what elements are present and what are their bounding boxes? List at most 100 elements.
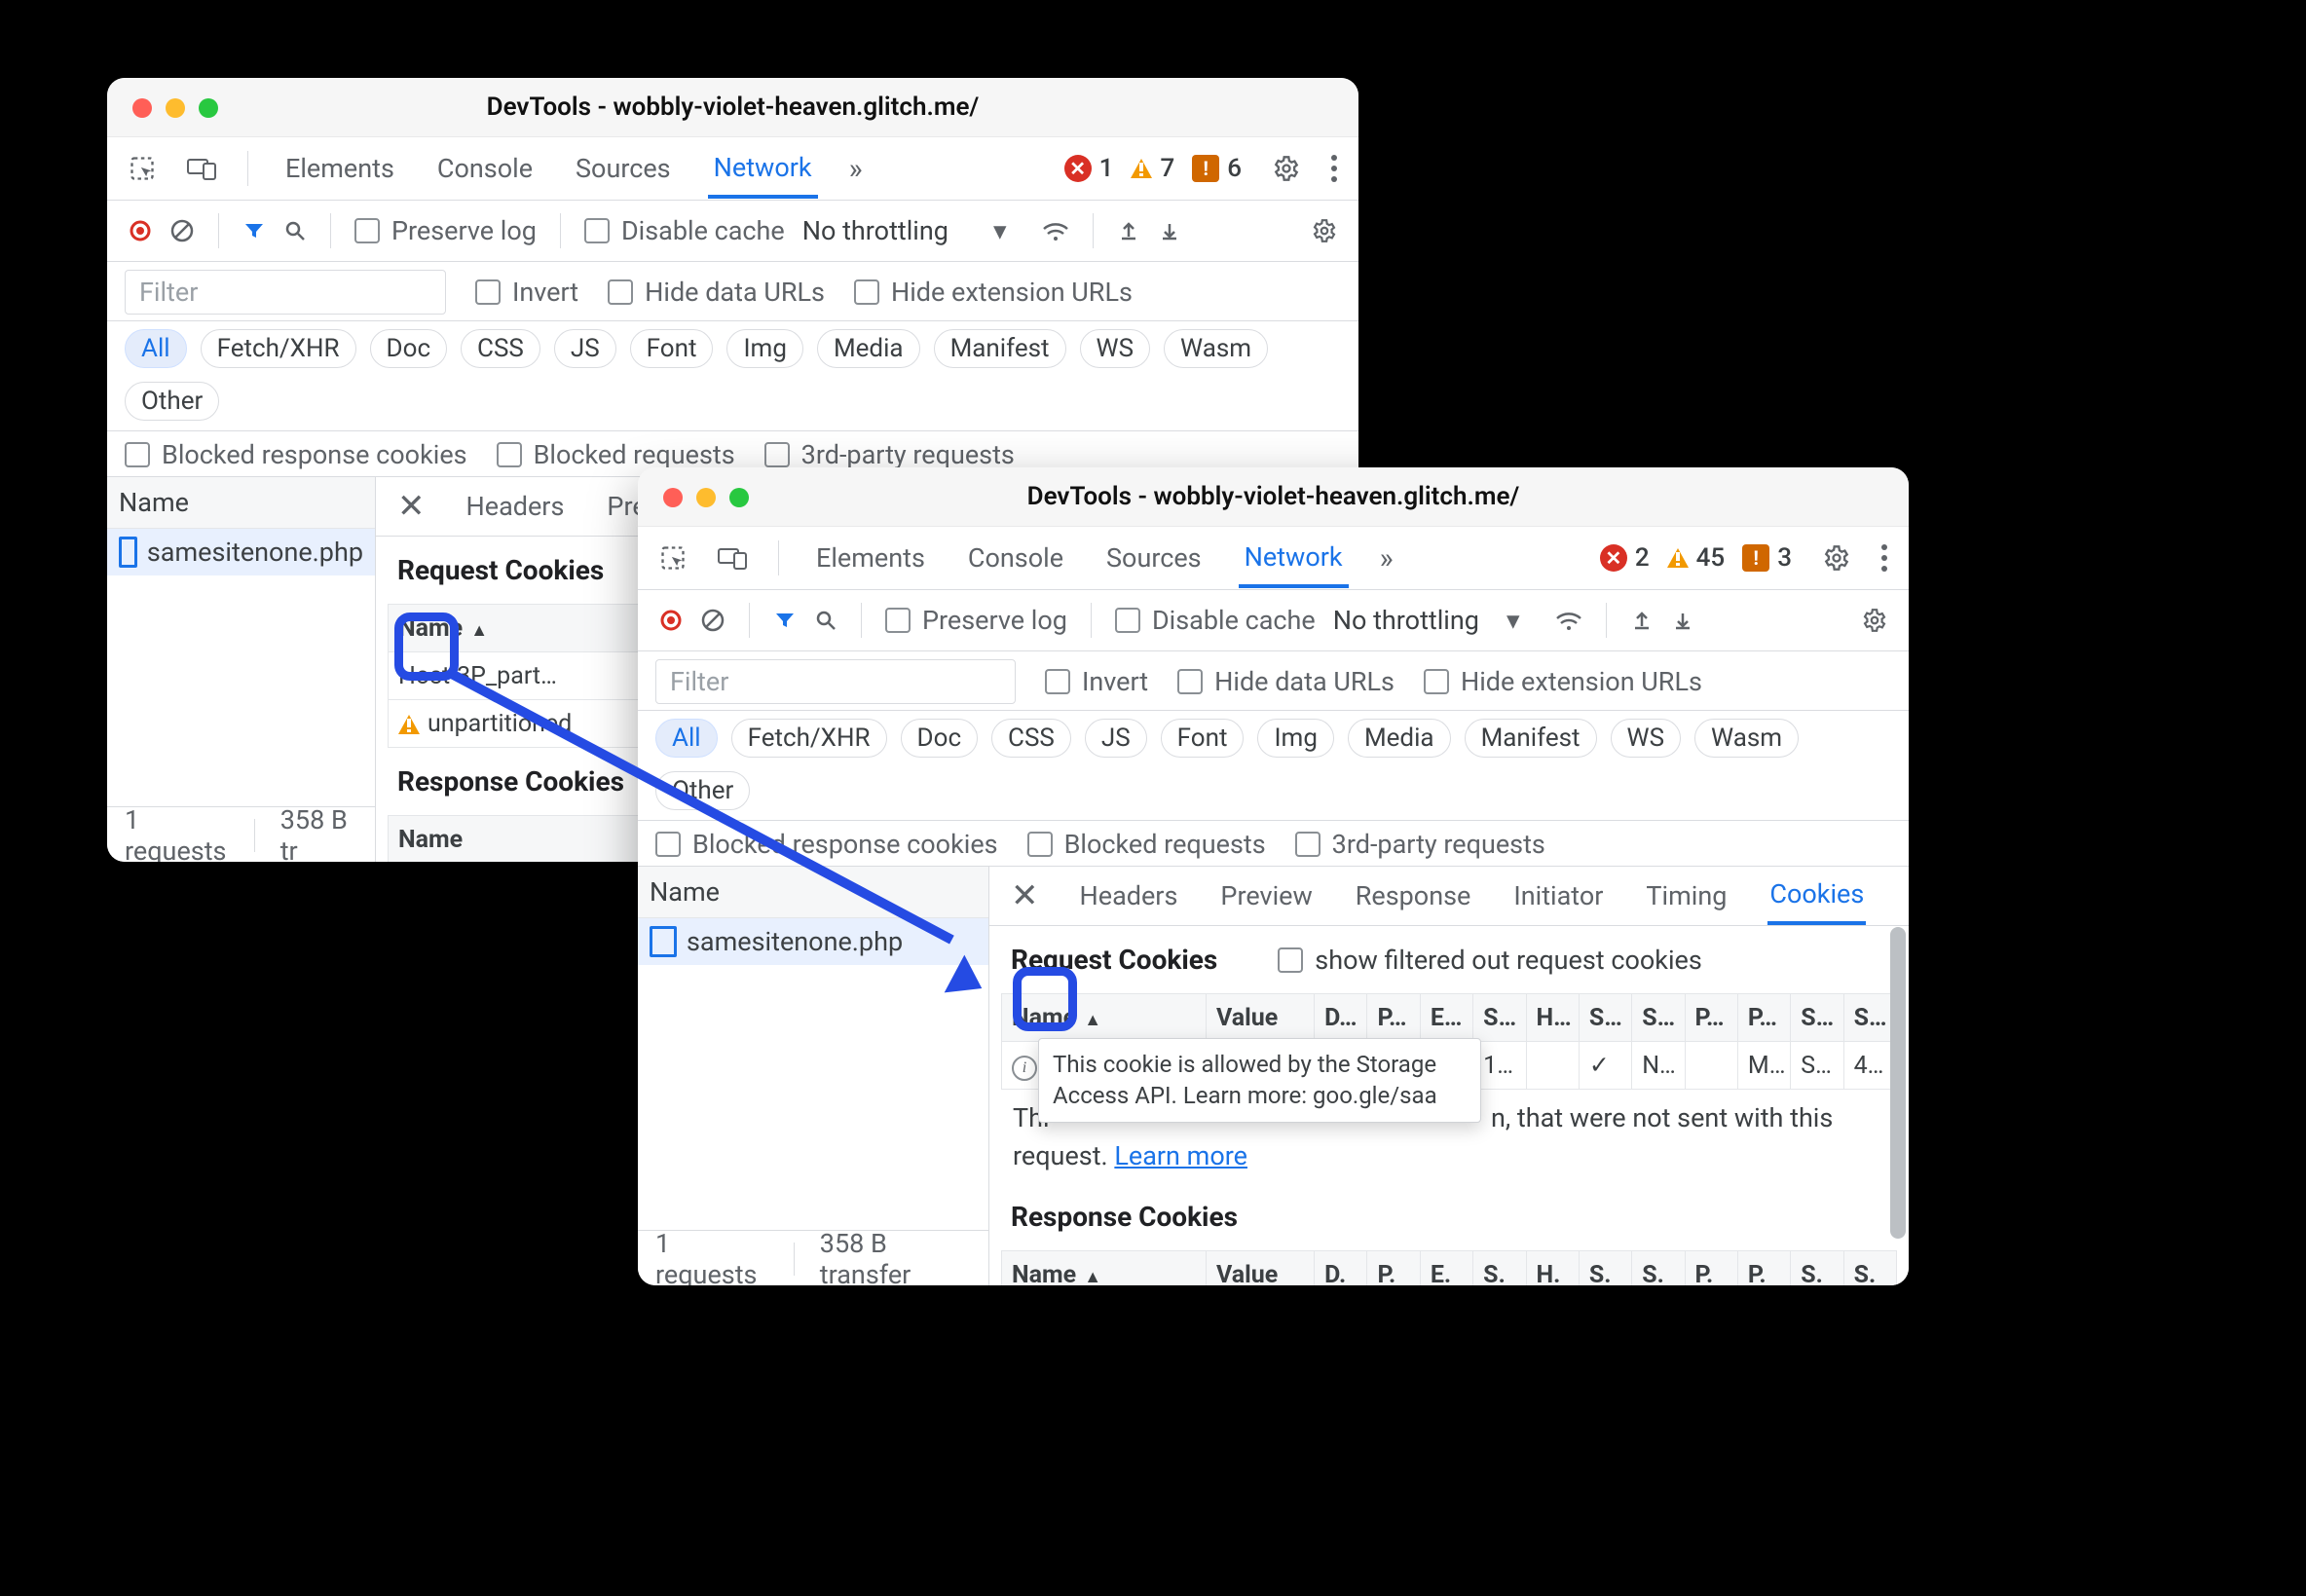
- blocked-cookies-checkbox[interactable]: Blocked response cookies: [655, 829, 998, 860]
- search-icon[interactable]: [283, 219, 307, 242]
- request-name-header[interactable]: Name: [638, 867, 988, 918]
- type-all[interactable]: All: [125, 329, 187, 368]
- type-img[interactable]: Img: [1257, 719, 1333, 758]
- preserve-log-checkbox[interactable]: Preserve log: [885, 605, 1067, 636]
- type-font[interactable]: Font: [1161, 719, 1245, 758]
- inspect-icon[interactable]: [659, 544, 687, 572]
- blocked-cookies-checkbox[interactable]: Blocked response cookies: [125, 439, 467, 470]
- network-settings-icon[interactable]: [1862, 608, 1887, 633]
- request-row[interactable]: samesitenone.php: [107, 529, 375, 575]
- request-row[interactable]: samesitenone.php: [638, 918, 988, 965]
- type-wasm[interactable]: Wasm: [1694, 719, 1799, 758]
- tab-elements[interactable]: Elements: [279, 139, 400, 198]
- device-toggle-icon[interactable]: [187, 156, 216, 181]
- detail-tab-preview[interactable]: Preview: [1218, 869, 1314, 923]
- type-font[interactable]: Font: [630, 329, 714, 368]
- filter-input[interactable]: Filter: [125, 270, 446, 315]
- thirdparty-checkbox[interactable]: 3rd-party requests: [1295, 829, 1545, 860]
- col-value[interactable]: Value: [1206, 994, 1314, 1042]
- close-window-icon[interactable]: [663, 488, 683, 507]
- more-menu-icon[interactable]: [1881, 544, 1887, 572]
- blocked-requests-checkbox[interactable]: Blocked requests: [1027, 829, 1266, 860]
- close-detail-icon[interactable]: ✕: [397, 487, 426, 526]
- filter-icon[interactable]: [242, 219, 266, 242]
- more-tabs-icon[interactable]: »: [1380, 541, 1394, 575]
- search-icon[interactable]: [814, 609, 837, 632]
- type-manifest[interactable]: Manifest: [934, 329, 1066, 368]
- type-doc[interactable]: Doc: [370, 329, 448, 368]
- tab-console[interactable]: Console: [962, 529, 1069, 587]
- more-tabs-icon[interactable]: »: [849, 152, 863, 186]
- more-menu-icon[interactable]: [1331, 155, 1337, 182]
- invert-checkbox[interactable]: Invert: [475, 277, 578, 308]
- warning-count[interactable]: 45: [1667, 543, 1726, 573]
- detail-tab-response[interactable]: Response: [1354, 869, 1473, 923]
- tab-network[interactable]: Network: [708, 138, 818, 199]
- thirdparty-checkbox[interactable]: 3rd-party requests: [764, 439, 1015, 470]
- detail-tab-timing[interactable]: Timing: [1644, 869, 1729, 923]
- detail-tab-headers[interactable]: Headers: [1078, 869, 1180, 923]
- throttle-dropdown[interactable]: No throttling: [1333, 605, 1479, 636]
- type-all[interactable]: All: [655, 719, 718, 758]
- scroll-thumb[interactable]: [1890, 927, 1906, 1239]
- detail-tab-cookies[interactable]: Cookies: [1767, 867, 1866, 925]
- device-toggle-icon[interactable]: [718, 545, 747, 571]
- upload-icon[interactable]: [1630, 609, 1654, 632]
- type-js[interactable]: JS: [1085, 719, 1147, 758]
- type-img[interactable]: Img: [726, 329, 802, 368]
- col-value[interactable]: Value: [1206, 1251, 1314, 1285]
- network-settings-icon[interactable]: [1312, 218, 1337, 243]
- request-name-header[interactable]: Name: [107, 477, 375, 529]
- chevron-down-icon[interactable]: ▾: [1506, 605, 1520, 636]
- learn-more-link[interactable]: Learn more: [1114, 1140, 1247, 1171]
- type-fetch[interactable]: Fetch/XHR: [731, 719, 887, 758]
- settings-icon[interactable]: [1823, 544, 1850, 572]
- type-fetch[interactable]: Fetch/XHR: [201, 329, 356, 368]
- minimize-window-icon[interactable]: [696, 488, 716, 507]
- type-manifest[interactable]: Manifest: [1465, 719, 1597, 758]
- type-ws[interactable]: WS: [1611, 719, 1682, 758]
- minimize-window-icon[interactable]: [166, 98, 185, 118]
- upload-icon[interactable]: [1117, 219, 1140, 242]
- detail-tab-headers[interactable]: Headers: [465, 479, 567, 534]
- type-css[interactable]: CSS: [991, 719, 1071, 758]
- disable-cache-checkbox[interactable]: Disable cache: [1115, 605, 1316, 636]
- type-css[interactable]: CSS: [461, 329, 540, 368]
- hide-data-urls-checkbox[interactable]: Hide data URLs: [1177, 666, 1395, 697]
- type-js[interactable]: JS: [554, 329, 616, 368]
- invert-checkbox[interactable]: Invert: [1045, 666, 1148, 697]
- hide-extension-urls-checkbox[interactable]: Hide extension URLs: [854, 277, 1133, 308]
- disable-cache-checkbox[interactable]: Disable cache: [584, 215, 785, 246]
- type-ws[interactable]: WS: [1080, 329, 1151, 368]
- throttle-dropdown[interactable]: No throttling: [802, 215, 948, 246]
- type-media[interactable]: Media: [1348, 719, 1451, 758]
- type-other[interactable]: Other: [655, 771, 750, 810]
- error-count[interactable]: ✕1: [1064, 154, 1114, 183]
- type-other[interactable]: Other: [125, 382, 219, 421]
- inspect-icon[interactable]: [129, 155, 156, 182]
- traffic-lights[interactable]: [132, 98, 218, 118]
- network-status-icon[interactable]: [1555, 610, 1582, 631]
- record-icon[interactable]: [129, 219, 152, 242]
- tab-sources[interactable]: Sources: [1100, 529, 1208, 587]
- download-icon[interactable]: [1158, 219, 1181, 242]
- preserve-log-checkbox[interactable]: Preserve log: [354, 215, 537, 246]
- filter-icon[interactable]: [773, 609, 797, 632]
- type-media[interactable]: Media: [817, 329, 920, 368]
- col-name[interactable]: Name▲: [1002, 1251, 1207, 1285]
- show-filtered-checkbox[interactable]: show filtered out request cookies: [1278, 945, 1702, 976]
- filter-input[interactable]: Filter: [655, 659, 1016, 704]
- scrollbar[interactable]: [1890, 927, 1906, 1284]
- clear-icon[interactable]: [700, 608, 725, 633]
- close-detail-icon[interactable]: ✕: [1011, 876, 1039, 915]
- warning-count[interactable]: 7: [1131, 154, 1174, 183]
- close-window-icon[interactable]: [132, 98, 152, 118]
- blocked-requests-checkbox[interactable]: Blocked requests: [497, 439, 735, 470]
- traffic-lights[interactable]: [663, 488, 749, 507]
- settings-icon[interactable]: [1273, 155, 1300, 182]
- record-icon[interactable]: [659, 609, 683, 632]
- zoom-window-icon[interactable]: [199, 98, 218, 118]
- issue-count[interactable]: !6: [1192, 154, 1242, 183]
- tab-sources[interactable]: Sources: [570, 139, 677, 198]
- download-icon[interactable]: [1671, 609, 1694, 632]
